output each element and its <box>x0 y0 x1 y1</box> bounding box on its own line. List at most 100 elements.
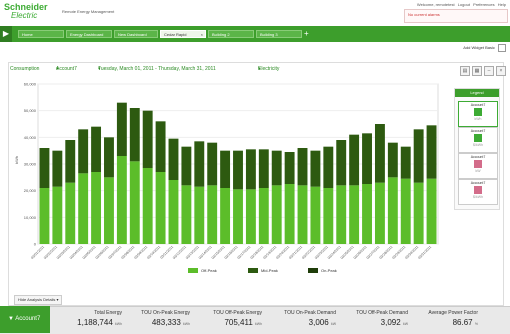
metric-unit: kW <box>330 322 336 326</box>
metric-unit: kW <box>402 322 408 326</box>
bar-segment <box>284 184 295 244</box>
legend-label: On-Peak <box>321 268 337 273</box>
account-value: Account7 <box>56 66 77 72</box>
metric-off-peak-energy: TOU Off-Peak Energy 705,411 kWh <box>196 310 262 332</box>
tab-building-2[interactable]: Building 2 <box>208 30 254 38</box>
metric-value: 483,333 <box>151 318 181 327</box>
metric-title: TOU Off-Peak Demand <box>356 310 408 316</box>
close-icon[interactable]: × <box>496 66 506 76</box>
tab-home[interactable]: Home <box>18 30 64 38</box>
tab-building-3[interactable]: Building 3 <box>256 30 302 38</box>
bar-segment <box>181 146 192 186</box>
type-select[interactable]: Electricity ▾ <box>258 66 279 72</box>
tab-cedar-rapid[interactable]: Cedar Rapid × <box>160 30 206 38</box>
metric-title: TOU On-Peak Demand <box>284 310 336 316</box>
add-tab-icon[interactable]: + <box>304 29 309 39</box>
bar-segment <box>323 146 334 188</box>
bar-segment <box>400 178 411 244</box>
tab-new-dashboard[interactable]: New Dashboard <box>114 30 158 38</box>
bar-segment <box>194 141 205 187</box>
metric-unit: % <box>474 322 478 326</box>
tab-energy-dashboard[interactable]: Energy Dashboard <box>66 30 112 38</box>
brand-logo[interactable]: Schneider Electric <box>4 3 48 20</box>
bar-segment <box>258 149 269 188</box>
bar-segment <box>155 121 166 172</box>
bar-segment <box>387 177 398 244</box>
menu-expand-icon[interactable]: ▶ <box>0 26 12 42</box>
bar-segment <box>374 124 385 183</box>
legend-card-unit: $/kWh <box>473 143 483 147</box>
legend-card[interactable]: Account7 kWh <box>458 101 498 127</box>
tab-label: Building 3 <box>260 32 278 37</box>
metric-unit: kWh <box>183 322 190 326</box>
bar-segment <box>374 182 385 244</box>
legend-card[interactable]: Account7 $/kWh <box>458 179 498 205</box>
close-tab-icon[interactable]: × <box>201 31 203 39</box>
date-range-select[interactable]: Tuesday, March 01, 2011 - Thursday, Marc… <box>98 66 216 72</box>
metric-unit: kWh <box>115 322 122 326</box>
bar-segment <box>413 182 424 244</box>
bar-segment <box>245 149 256 190</box>
metric-avg-power-factor: Average Power Factor 86.67 % <box>412 310 478 332</box>
metric-title: Average Power Factor <box>428 310 478 316</box>
summary-account[interactable]: ▼ Account7 <box>0 306 50 333</box>
account-select[interactable]: Account7 ▾ <box>56 66 77 72</box>
metric-on-peak-demand: TOU On-Peak Demand 3,006 kW <box>268 310 336 332</box>
tab-label: Energy Dashboard <box>70 32 104 37</box>
y-tick-label: 40,000 <box>24 135 37 140</box>
minimize-icon[interactable]: – <box>484 66 494 76</box>
bar-chart-icon <box>474 186 482 194</box>
chart-type-icon[interactable]: ▦ <box>472 66 482 76</box>
legend-label: Mid-Peak <box>261 268 278 273</box>
bar-chart-icon <box>474 160 482 168</box>
consumption-chart: 0 10,000 20,000 30,000 40,000 50,000 60,000 kWh… <box>10 78 450 300</box>
y-tick-label: 20,000 <box>24 188 37 193</box>
y-tick-label: 10,000 <box>24 215 37 220</box>
bar-segment <box>284 152 295 184</box>
legend-card[interactable]: Account7 kW <box>458 153 498 179</box>
legend-card-name: Account7 <box>470 129 486 133</box>
metric-on-peak-energy: TOU On-Peak Energy 483,333 kWh <box>128 310 190 332</box>
basic-link[interactable]: Basic <box>485 45 495 50</box>
bar-segment <box>104 177 114 244</box>
legend-swatch <box>308 268 318 273</box>
hide-analysis-details-button[interactable]: Hide Analysis Details ▾ <box>14 295 63 305</box>
add-widget-link[interactable]: Add Widget <box>463 45 484 50</box>
export-icon[interactable]: ▤ <box>460 66 470 76</box>
bar-segment <box>233 189 243 244</box>
bar-segment <box>310 150 321 187</box>
metric-value: 705,411 <box>224 318 253 327</box>
legend-card[interactable]: Account7 $/kWh <box>458 127 498 153</box>
top-links: Welcome, remotetest Logout Preferences H… <box>415 2 506 7</box>
bar-segment <box>91 172 102 244</box>
bar-segment <box>220 150 231 188</box>
type-value: Electricity <box>258 66 280 72</box>
metric-title: TOU Off-Peak Energy <box>213 310 262 316</box>
bar-segment <box>245 189 256 244</box>
app-name: Remote Energy Management <box>62 9 115 14</box>
bar-segment <box>207 142 218 186</box>
bar-segment <box>362 184 372 244</box>
bar-chart-icon <box>474 108 482 116</box>
bar-segment <box>181 185 192 244</box>
legend-card-unit: kWh <box>474 117 482 121</box>
metric-value: 1,188,744 <box>77 318 113 327</box>
preferences-link[interactable]: Preferences <box>473 2 495 7</box>
legend-card-name: Account7 <box>470 103 486 107</box>
bar-segment <box>52 150 63 187</box>
bar-segment <box>65 182 76 244</box>
legend-panel: Legend Account7 kWh Account7 $/kWh Accou… <box>454 88 500 210</box>
layout-icon[interactable] <box>498 44 506 52</box>
bar-segment <box>78 129 89 174</box>
metric-value: 3,092 <box>380 318 401 327</box>
bar-chart-icon <box>474 134 482 142</box>
bar-segment <box>400 146 411 179</box>
logout-link[interactable]: Logout <box>458 2 470 7</box>
bar-segment <box>39 188 50 244</box>
tab-label: Cedar Rapid <box>164 32 187 37</box>
tab-bar: ▶ Home Energy Dashboard New Dashboard Ce… <box>0 26 510 42</box>
help-link[interactable]: Help <box>498 2 506 7</box>
date-range-value: Tuesday, March 01, 2011 - Thursday, Marc… <box>98 66 216 72</box>
legend-card-name: Account7 <box>470 181 486 185</box>
bar-segment <box>387 142 398 178</box>
